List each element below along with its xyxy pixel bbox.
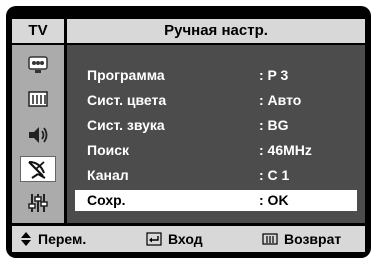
footer-move: Перем. — [20, 226, 86, 252]
footer-enter: Вход — [146, 226, 203, 252]
menu-row-value: : Авто — [259, 92, 302, 108]
enter-icon — [146, 232, 162, 246]
menu-row-label: Сист. звука — [87, 117, 165, 133]
menu-row-label: Сист. цвета — [87, 92, 167, 108]
menu-row-value: : BG — [259, 117, 289, 133]
picture-icon[interactable] — [20, 53, 56, 77]
menu-row-value: : OK — [259, 192, 289, 208]
menu-row-program[interactable]: Программа : P 3 — [75, 65, 357, 86]
setup-sliders-icon[interactable] — [20, 191, 56, 215]
sidebar — [12, 45, 64, 223]
menu-row-label: Программа — [87, 67, 165, 83]
menu-row-color-system[interactable]: Сист. цвета : Авто — [75, 90, 357, 111]
manual-tuning-menu: Программа : P 3 Сист. цвета : Авто Сист.… — [67, 45, 365, 223]
menu-row-value: : C 1 — [259, 167, 290, 183]
footer-return-label: Возврат — [284, 231, 342, 247]
footer-hint-bar: Перем. Вход Возврат — [12, 226, 365, 252]
menu-row-label: Сохр. — [87, 192, 126, 208]
menu-return-icon — [262, 233, 278, 245]
channel-antenna-icon[interactable] — [20, 156, 56, 182]
footer-move-label: Перем. — [38, 231, 87, 247]
tv-osd-screen: TV Ручная настр. Программа: P 3 Сист. ц… — [0, 0, 377, 264]
up-down-arrows-icon — [20, 231, 32, 247]
footer-return: Возврат — [262, 226, 341, 252]
menu-row-channel[interactable]: Канал : C 1 — [75, 165, 357, 186]
menu-row-label: Канал — [87, 167, 129, 183]
footer-enter-label: Вход — [168, 231, 203, 247]
menu-row-value: : P 3 — [259, 67, 289, 83]
menu-row-sound-system[interactable]: Сист. звука : BG — [75, 115, 357, 136]
sound-icon[interactable] — [20, 87, 56, 111]
page-title: Ручная настр. — [67, 19, 365, 43]
menu-row-search[interactable]: Поиск : 46MHz — [75, 140, 357, 161]
menu-row-label: Поиск — [87, 142, 130, 158]
menu-row-store[interactable]: Сохр. : OK — [75, 190, 357, 211]
tv-tab[interactable]: TV — [12, 19, 64, 43]
speaker-icon[interactable] — [20, 123, 56, 147]
menu-row-value: : 46MHz — [259, 142, 312, 158]
